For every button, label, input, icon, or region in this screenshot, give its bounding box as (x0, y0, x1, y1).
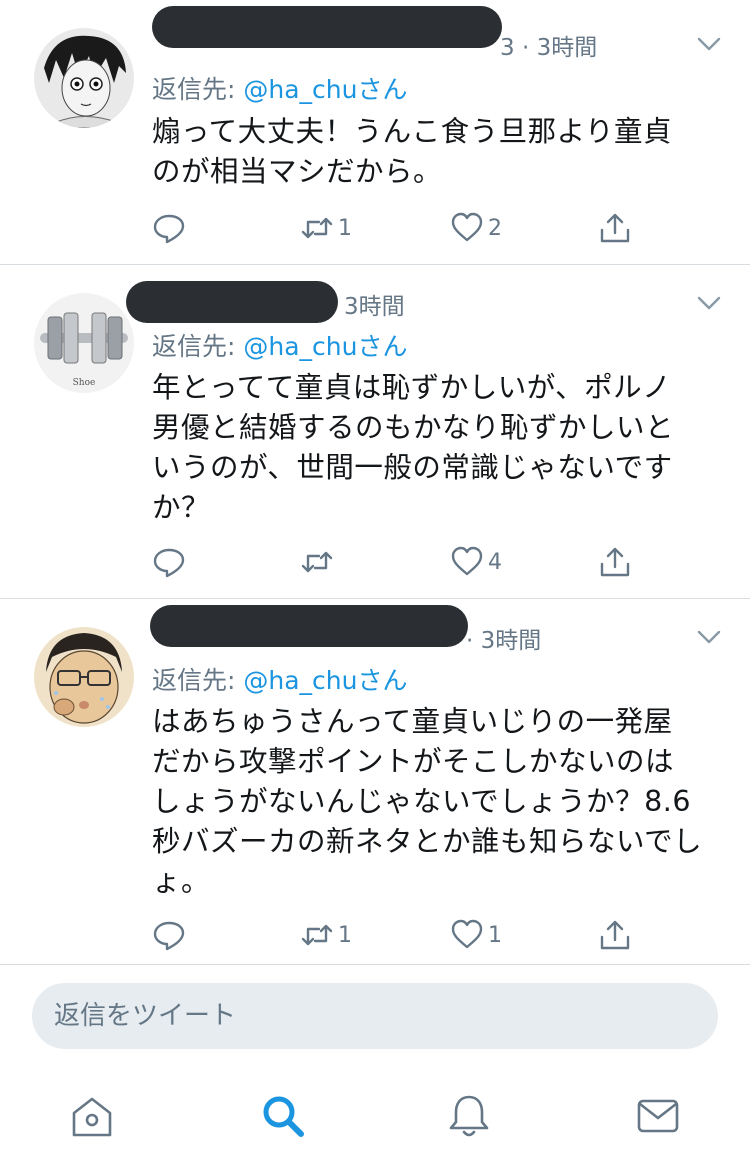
reply-icon (153, 921, 185, 951)
reply-to-line: 返信先: @ha_chuさん (152, 75, 408, 104)
chevron-down-icon[interactable] (696, 627, 722, 647)
avatar[interactable]: Shoe (34, 293, 134, 393)
retweet-button[interactable]: 1 (300, 915, 352, 955)
tweet-text: はあちゅうさんって童貞いじりの一発屋 だから攻撃ポイントがそこしかないのは しょ… (152, 705, 703, 898)
tab-notifications[interactable] (445, 1092, 493, 1140)
reply-handle-link[interactable]: @ha_chuさん (243, 332, 407, 361)
reply-handle-link[interactable]: @ha_chuさん (243, 75, 407, 104)
timestamp[interactable]: · 3時間 (466, 621, 541, 655)
reply-button[interactable] (152, 915, 190, 955)
timestamp[interactable]: 3時間 (344, 287, 405, 321)
reply-icon (153, 548, 185, 578)
like-button[interactable]: 4 (450, 542, 502, 582)
like-icon (451, 212, 483, 242)
tweet-text: 年とってて童貞は恥ずかしいが、ポルノ 男優と結婚するのもかなり恥ずかしいと いう… (152, 371, 675, 524)
home-icon (72, 1097, 112, 1137)
reply-to-line: 返信先: @ha_chuさん (152, 332, 408, 361)
retweet-icon (301, 924, 333, 946)
like-icon (451, 546, 483, 576)
tab-messages[interactable] (634, 1092, 682, 1140)
timestamp[interactable]: 3 · 3時間 (500, 28, 597, 62)
retweet-icon (301, 217, 333, 239)
tweet-actions: 1 2 (152, 208, 652, 248)
reply-button[interactable] (152, 208, 190, 248)
like-button[interactable]: 1 (450, 915, 502, 955)
chevron-down-icon[interactable] (696, 293, 722, 313)
search-icon (263, 1096, 304, 1137)
like-icon (451, 919, 483, 949)
avatar[interactable] (34, 28, 134, 128)
tweet[interactable]: · 3時間 返信先: @ha_chuさん はあちゅうさんって童貞いじりの一発屋 … (0, 599, 750, 965)
tab-home[interactable] (68, 1092, 116, 1140)
reply-button[interactable] (152, 542, 190, 582)
bottom-tab-bar (0, 1078, 750, 1163)
redacted-username (150, 605, 468, 647)
retweet-button[interactable]: 1 (300, 208, 352, 248)
tweet[interactable]: 3 · 3時間 返信先: @ha_chuさん 煽って大丈夫！うんこ食う旦那より童… (0, 0, 750, 265)
tweet-actions: 4 (152, 542, 652, 582)
share-icon (600, 547, 630, 577)
chevron-down-icon[interactable] (696, 34, 722, 54)
retweet-button[interactable] (300, 542, 338, 582)
reply-icon (153, 214, 185, 244)
reply-handle-link[interactable]: @ha_chuさん (243, 666, 407, 695)
tweet[interactable]: Shoe 3時間 返信先: @ha_chuさん 年とってて童貞は恥ずかしいが、ポ… (0, 265, 750, 599)
messages-icon (637, 1099, 679, 1133)
reply-to-line: 返信先: @ha_chuさん (152, 666, 408, 695)
redacted-username (126, 281, 338, 323)
reply-input[interactable] (54, 983, 694, 1049)
tab-search[interactable] (259, 1092, 307, 1140)
tweet-text: 煽って大丈夫！うんこ食う旦那より童貞 のが相当マシだから。 (152, 115, 673, 188)
share-button[interactable] (598, 208, 632, 248)
avatar[interactable] (34, 627, 134, 727)
redacted-username (152, 6, 502, 48)
share-icon (600, 213, 630, 243)
tweet-actions: 1 1 (152, 915, 652, 955)
retweet-icon (301, 551, 333, 573)
share-button[interactable] (598, 542, 632, 582)
notifications-icon (449, 1095, 489, 1137)
svg-text:Shoe: Shoe (73, 378, 96, 388)
like-button[interactable]: 2 (450, 208, 502, 248)
share-button[interactable] (598, 915, 632, 955)
share-icon (600, 920, 630, 950)
reply-composer[interactable] (32, 983, 718, 1049)
